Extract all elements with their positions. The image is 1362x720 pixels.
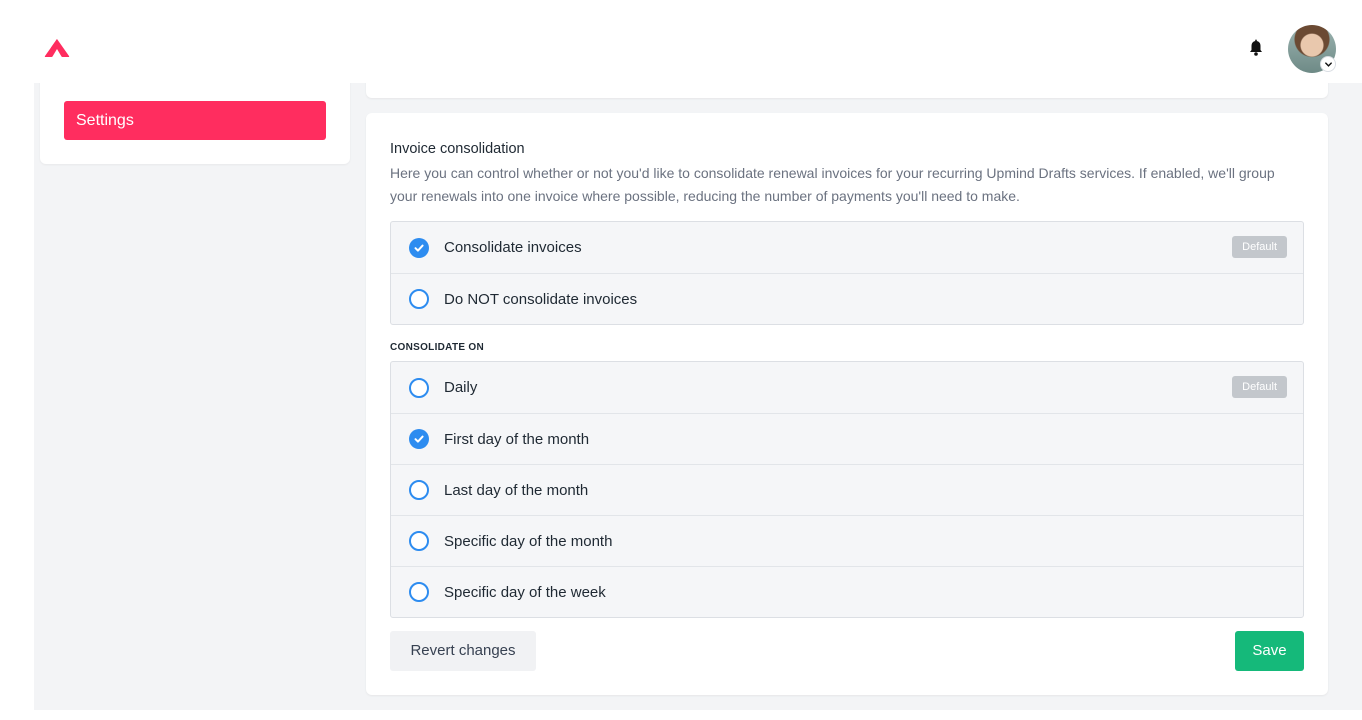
top-header: [0, 0, 1362, 83]
option-specific-day-of-month[interactable]: Specific day of the month: [391, 515, 1303, 566]
option-label: Consolidate invoices: [444, 239, 582, 256]
save-button[interactable]: Save: [1235, 631, 1304, 671]
option-label: Daily: [444, 379, 478, 396]
radio-checked-icon[interactable]: [409, 237, 429, 258]
section-title: Invoice consolidation: [390, 141, 525, 157]
consolidate-on-heading: CONSOLIDATE ON: [390, 342, 485, 353]
default-badge: Default: [1232, 376, 1287, 398]
chevron-down-icon[interactable]: [1320, 56, 1336, 72]
sidebar-item-settings[interactable]: Settings: [64, 101, 326, 140]
revert-changes-button[interactable]: Revert changes: [390, 631, 536, 671]
option-label: Specific day of the month: [444, 532, 613, 550]
option-last-day-of-month[interactable]: Last day of the month: [391, 464, 1303, 515]
option-label: Specific day of the week: [444, 583, 606, 601]
consolidate-on-option-group: Daily Default First day of the month Las…: [390, 361, 1304, 618]
option-label: First day of the month: [444, 430, 590, 448]
radio-unchecked-icon[interactable]: [409, 377, 429, 398]
radio-unchecked-icon[interactable]: [409, 289, 429, 309]
upmind-logo-icon[interactable]: [44, 38, 70, 58]
option-specific-day-of-week[interactable]: Specific day of the week: [391, 566, 1303, 617]
radio-unchecked-icon[interactable]: [409, 480, 429, 500]
option-first-day-of-month[interactable]: First day of the month: [391, 413, 1303, 464]
option-do-not-consolidate[interactable]: Do NOT consolidate invoices: [391, 273, 1303, 324]
option-daily[interactable]: Daily Default: [391, 362, 1303, 413]
radio-checked-icon[interactable]: [409, 429, 429, 449]
option-consolidate-invoices[interactable]: Consolidate invoices Default: [391, 222, 1303, 273]
consolidation-option-group: Consolidate invoices Default Do NOT cons…: [390, 221, 1304, 325]
bell-icon[interactable]: [1246, 38, 1266, 58]
option-label: Last day of the month: [444, 481, 589, 499]
radio-unchecked-icon[interactable]: [409, 531, 429, 551]
default-badge: Default: [1232, 236, 1287, 258]
radio-unchecked-icon[interactable]: [409, 582, 429, 602]
option-label: Do NOT consolidate invoices: [444, 290, 638, 308]
section-description: Here you can control whether or not you'…: [390, 165, 1275, 204]
